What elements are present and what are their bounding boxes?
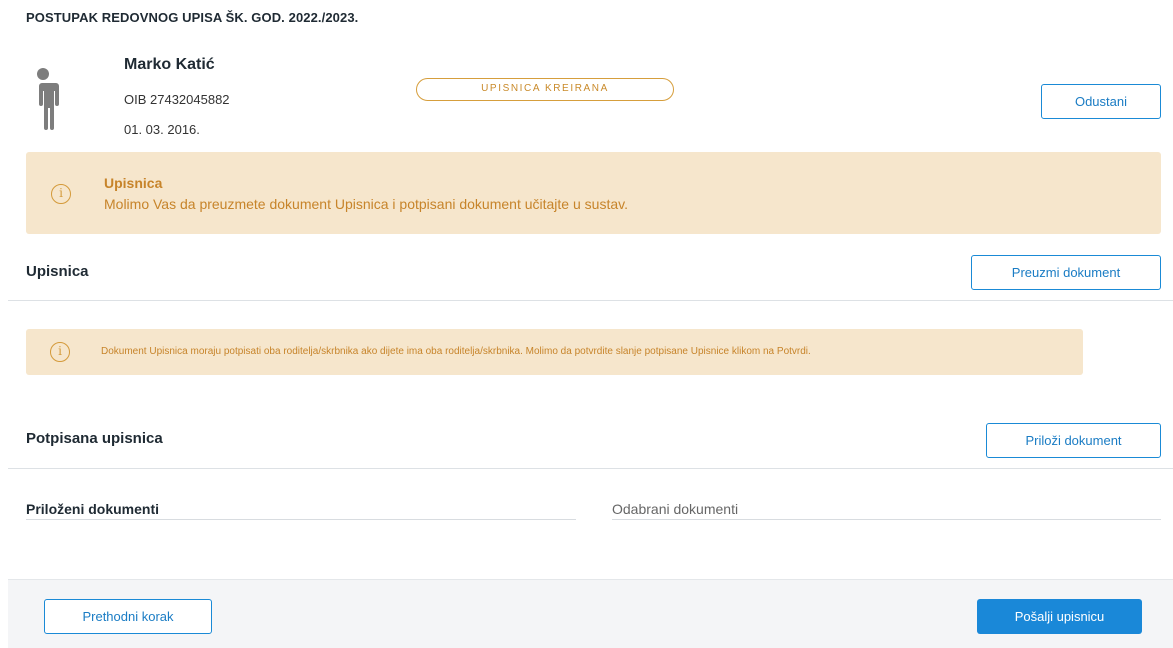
download-document-button[interactable]: Preuzmi dokument [971, 255, 1161, 290]
person-icon [26, 68, 60, 130]
note-message: Dokument Upisnica moraju potpisati oba r… [101, 346, 811, 357]
attach-document-button[interactable]: Priloži dokument [986, 423, 1161, 458]
selected-documents-label: Odabrani dokumenti [612, 501, 739, 517]
section-divider [8, 300, 1173, 301]
previous-step-button[interactable]: Prethodni korak [44, 599, 212, 634]
section-divider [8, 468, 1173, 469]
info-icon: i [51, 184, 71, 204]
send-enrollment-button[interactable]: Pošalji upisnicu [977, 599, 1142, 634]
page-title: POSTUPAK REDOVNOG UPISA ŠK. GOD. 2022./2… [26, 10, 359, 25]
alert-message: Molimo Vas da preuzmete dokument Upisnic… [104, 196, 628, 212]
info-icon: i [50, 342, 70, 362]
student-birth-date: 01. 03. 2016. [124, 122, 200, 137]
section-title-upisnica: Upisnica [26, 263, 89, 280]
attached-documents-divider [26, 519, 576, 520]
student-oib: OIB 27432045882 [124, 92, 230, 107]
info-alert: i Upisnica Molimo Vas da preuzmete dokum… [26, 152, 1161, 234]
note-alert: i Dokument Upisnica moraju potpisati oba… [26, 329, 1083, 375]
student-card: Marko Katić OIB 27432045882 01. 03. 2016… [0, 50, 1173, 150]
section-title-signed: Potpisana upisnica [26, 430, 163, 447]
selected-documents-divider [612, 519, 1161, 520]
student-name: Marko Katić [124, 56, 215, 73]
attached-documents-label: Priloženi dokumenti [26, 501, 160, 517]
status-badge: UPISNICA KREIRANA [416, 78, 674, 101]
cancel-button[interactable]: Odustani [1041, 84, 1161, 119]
alert-title: Upisnica [104, 175, 163, 191]
